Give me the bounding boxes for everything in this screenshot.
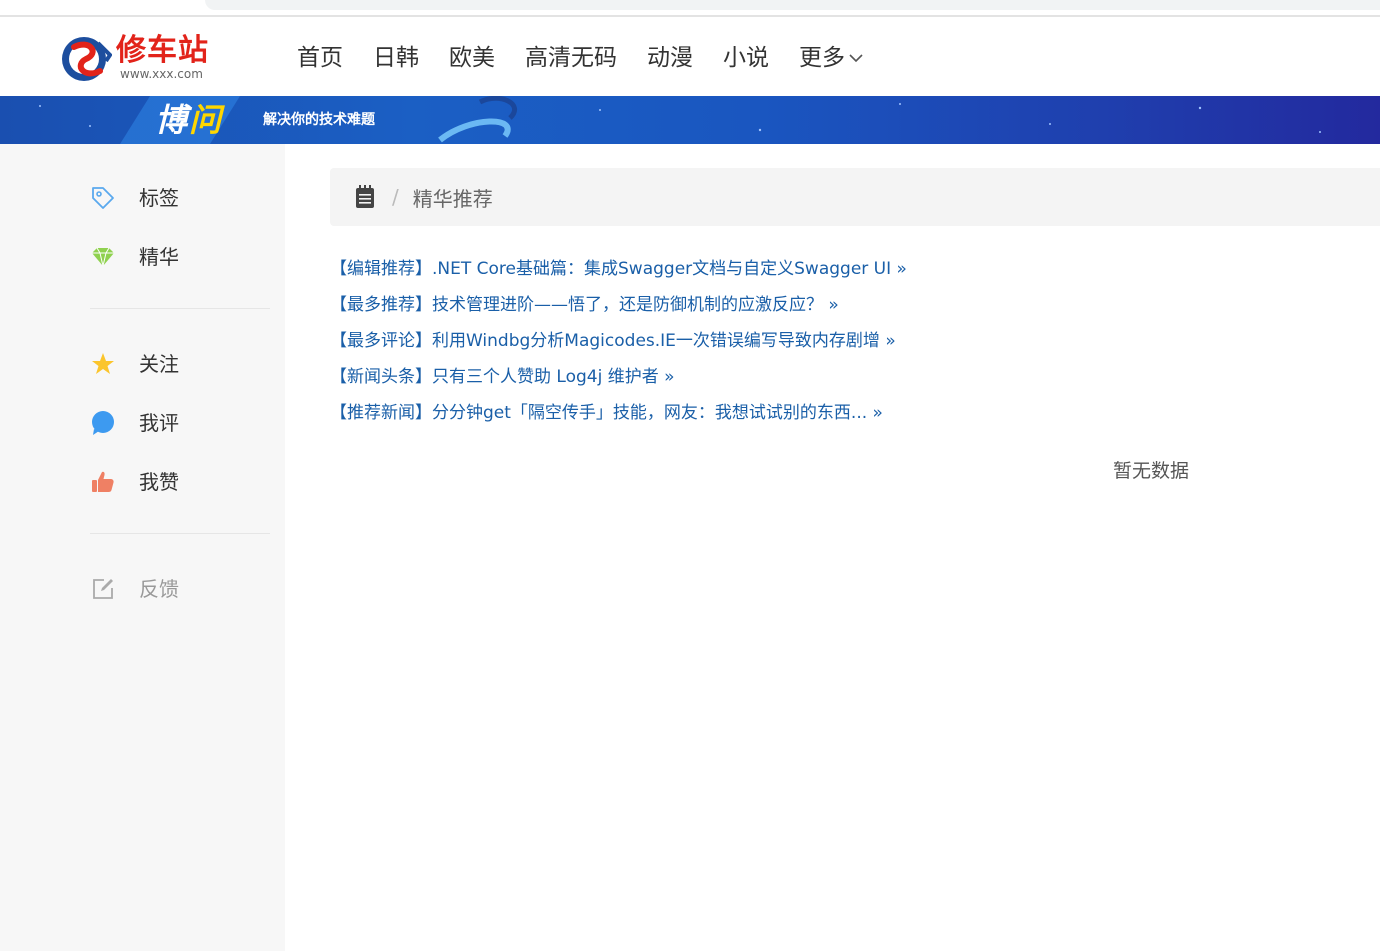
sidebar-item-label: 标签 — [139, 186, 179, 210]
banner-title-a: 博 — [155, 101, 190, 139]
nav-item-home[interactable]: 首页 — [297, 41, 343, 75]
breadcrumb-current: 精华推荐 — [412, 186, 493, 211]
nav-item-more[interactable]: 更多 — [799, 41, 863, 75]
sidebar-item-label: 我评 — [139, 411, 179, 435]
tag-icon — [90, 185, 116, 211]
edit-icon — [90, 576, 116, 602]
nav-more-label: 更多 — [799, 45, 845, 71]
featured-links-list: 【编辑推荐】.NET Core基础篇：集成Swagger文档与自定义Swagge… — [330, 255, 1330, 435]
star-icon — [90, 351, 116, 377]
logo-mark-icon — [62, 37, 112, 81]
sidebar-divider — [90, 308, 270, 309]
promo-banner[interactable]: 博问 解决你的技术难题 — [0, 96, 1380, 144]
sidebar: 标签 精华 关注 我评 我赞 反馈 — [0, 144, 285, 951]
site-logo[interactable]: 修车站 www.xxx.com — [60, 33, 220, 85]
sidebar-item-featured[interactable]: 精华 — [90, 239, 270, 275]
logo-name: 修车站 — [116, 33, 209, 68]
empty-state-text: 暂无数据 — [1113, 460, 1190, 482]
comment-icon — [90, 410, 116, 436]
breadcrumb-separator: / — [392, 185, 399, 209]
breadcrumb: / 精华推荐 — [330, 168, 1380, 226]
nav-item-novel[interactable]: 小说 — [723, 41, 769, 75]
sidebar-item-tags[interactable]: 标签 — [90, 180, 270, 216]
site-header: 修车站 www.xxx.com 首页 日韩 欧美 高清无码 动漫 小说 更多 — [0, 19, 1380, 96]
main-nav: 首页 日韩 欧美 高清无码 动漫 小说 更多 — [297, 41, 893, 75]
sidebar-item-label: 精华 — [139, 245, 179, 269]
banner-title: 博问 — [155, 100, 223, 140]
nav-item-hd[interactable]: 高清无码 — [525, 41, 617, 75]
banner-title-b: 问 — [189, 101, 224, 139]
featured-link[interactable]: 【推荐新闻】分分钟get「隔空传手」技能，网友：我想试试别的东西... » — [330, 399, 1330, 435]
sidebar-item-label: 反馈 — [139, 577, 179, 601]
diamond-icon — [90, 244, 116, 270]
thumbs-up-icon — [90, 469, 116, 495]
nav-item-western[interactable]: 欧美 — [449, 41, 495, 75]
sidebar-item-my-likes[interactable]: 我赞 — [90, 464, 270, 500]
sidebar-item-label: 关注 — [139, 352, 179, 376]
featured-link[interactable]: 【新闻头条】只有三个人赞助 Log4j 维护者 » — [330, 363, 1330, 399]
featured-link[interactable]: 【编辑推荐】.NET Core基础篇：集成Swagger文档与自定义Swagge… — [330, 255, 1330, 291]
logo-url: www.xxx.com — [120, 67, 203, 81]
sidebar-divider — [90, 533, 270, 534]
sidebar-item-label: 我赞 — [139, 470, 179, 494]
nav-item-anime[interactable]: 动漫 — [647, 41, 693, 75]
sidebar-item-following[interactable]: 关注 — [90, 346, 270, 382]
browser-top-strip — [0, 0, 1380, 17]
featured-link[interactable]: 【最多推荐】技术管理进阶——悟了，还是防御机制的应激反应？ » — [330, 291, 1330, 327]
sidebar-item-my-comments[interactable]: 我评 — [90, 405, 270, 441]
notebook-icon[interactable] — [354, 184, 376, 210]
address-bar-edge — [205, 0, 1380, 10]
sidebar-item-feedback[interactable]: 反馈 — [90, 571, 270, 607]
chevron-down-icon — [849, 54, 863, 63]
nav-item-japan-korea[interactable]: 日韩 — [373, 41, 419, 75]
banner-subtitle: 解决你的技术难题 — [263, 112, 375, 128]
featured-link[interactable]: 【最多评论】利用Windbg分析Magicodes.IE一次错误编写导致内存剧增… — [330, 327, 1330, 363]
